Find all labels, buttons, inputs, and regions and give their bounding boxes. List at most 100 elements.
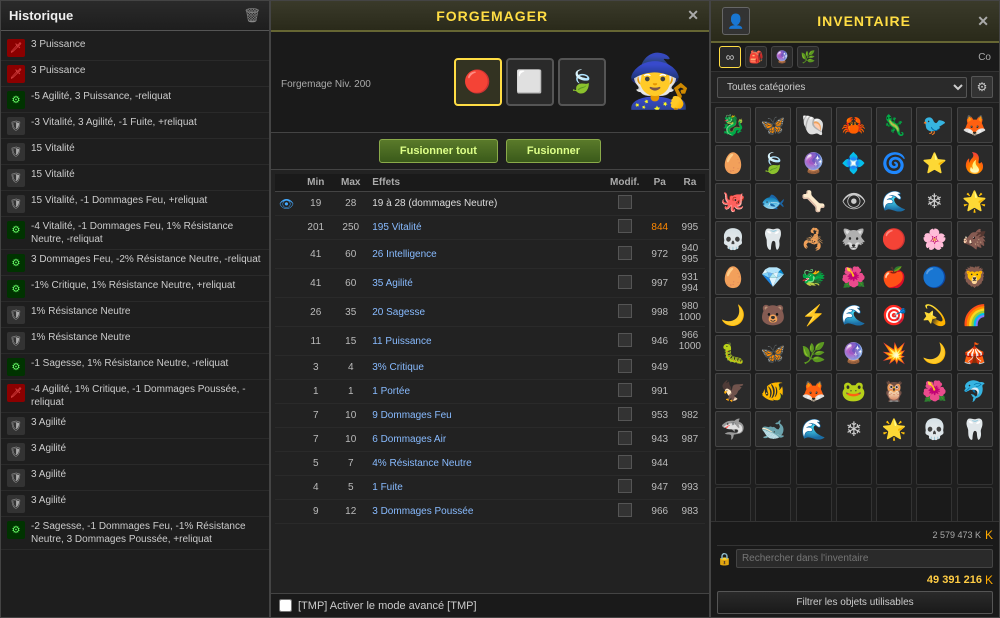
inventory-item[interactable]: 🐬 bbox=[957, 373, 993, 409]
inventory-item[interactable]: 🦷 bbox=[755, 221, 791, 257]
inventory-item[interactable]: 🔮 bbox=[796, 145, 832, 181]
inventory-item[interactable]: 🦋 bbox=[755, 107, 791, 143]
hist-item[interactable]: 🛡 3 Agilité bbox=[1, 491, 269, 517]
inventory-item[interactable]: 🌟 bbox=[876, 411, 912, 447]
inventory-item[interactable]: 🥚 bbox=[715, 259, 751, 295]
inventory-item[interactable]: 🐺 bbox=[836, 221, 872, 257]
inventory-item[interactable]: 🦂 bbox=[796, 221, 832, 257]
inventory-item[interactable]: 🐚 bbox=[796, 107, 832, 143]
forge-stat-row[interactable]: 9 12 3 Dommages Poussée 966 983 bbox=[275, 500, 705, 524]
inventory-item[interactable]: 🦷 bbox=[957, 411, 993, 447]
hist-item[interactable]: ⚙ -2 Sagesse, -1 Dommages Feu, -1% Résis… bbox=[1, 517, 269, 550]
inventory-item[interactable]: 🦁 bbox=[957, 259, 993, 295]
inventory-item[interactable]: 🎯 bbox=[876, 297, 912, 333]
inventory-item[interactable]: 🔵 bbox=[916, 259, 952, 295]
inventory-search-input[interactable] bbox=[736, 549, 993, 568]
inventory-item[interactable] bbox=[916, 487, 952, 521]
inventory-item[interactable] bbox=[957, 449, 993, 485]
inventory-item[interactable]: 🌙 bbox=[715, 297, 751, 333]
hist-item[interactable]: 🛡 3 Agilité bbox=[1, 413, 269, 439]
inv-bag-button[interactable]: 🎒 bbox=[745, 46, 767, 68]
hist-item[interactable]: ⚙ -5 Agilité, 3 Puissance, -reliquat bbox=[1, 87, 269, 113]
forge-stat-row[interactable]: 7 10 9 Dommages Feu 953 982 bbox=[275, 404, 705, 428]
hist-item[interactable]: 🛡 3 Agilité bbox=[1, 465, 269, 491]
hist-item[interactable]: 🛡 15 Vitalité, -1 Dommages Feu, +reliqua… bbox=[1, 191, 269, 217]
inventory-item[interactable]: 🦉 bbox=[876, 373, 912, 409]
fusionner-tout-button[interactable]: Fusionner tout bbox=[379, 139, 498, 163]
inventory-item[interactable]: 🐲 bbox=[796, 259, 832, 295]
inventory-item[interactable]: 🌊 bbox=[796, 411, 832, 447]
inv-nature-button[interactable]: 🌿 bbox=[797, 46, 819, 68]
hist-item[interactable]: ⚙ 3 Dommages Feu, -2% Résistance Neutre,… bbox=[1, 250, 269, 276]
inventory-item[interactable]: 🌿 bbox=[796, 335, 832, 371]
forgemager-close-button[interactable]: ✕ bbox=[687, 7, 699, 24]
inventory-item[interactable]: 💎 bbox=[755, 259, 791, 295]
inventory-item[interactable]: 🍎 bbox=[876, 259, 912, 295]
inventory-item[interactable]: 🦎 bbox=[876, 107, 912, 143]
inventory-item[interactable]: 🐦 bbox=[916, 107, 952, 143]
inventory-item[interactable] bbox=[836, 487, 872, 521]
forge-stat-row[interactable]: 26 35 20 Sagesse 998 980 1000 bbox=[275, 298, 705, 327]
inventory-item[interactable]: 🌺 bbox=[916, 373, 952, 409]
inventory-item[interactable]: 🐗 bbox=[957, 221, 993, 257]
forge-stat-row[interactable]: 41 60 35 Agilité 997 931 994 bbox=[275, 269, 705, 298]
inventory-item[interactable]: 🐙 bbox=[715, 183, 751, 219]
inventory-item[interactable]: ❄ bbox=[836, 411, 872, 447]
hist-item[interactable]: 🛡 1% Résistance Neutre bbox=[1, 328, 269, 354]
inventory-item[interactable]: 🦀 bbox=[836, 107, 872, 143]
forge-slot-1[interactable]: 🔴 bbox=[454, 58, 502, 106]
inventory-item[interactable]: 🐸 bbox=[836, 373, 872, 409]
hist-item[interactable]: 🗡 3 Puissance bbox=[1, 35, 269, 61]
inventory-item[interactable]: 🐋 bbox=[755, 411, 791, 447]
inventory-item[interactable]: 💀 bbox=[916, 411, 952, 447]
inventory-item[interactable] bbox=[876, 449, 912, 485]
eye-icon[interactable]: 👁 bbox=[279, 197, 294, 211]
inventory-item[interactable]: 🌸 bbox=[916, 221, 952, 257]
inventory-item[interactable] bbox=[916, 449, 952, 485]
inventory-item[interactable]: 👁 bbox=[836, 183, 872, 219]
inventory-item[interactable]: 🐉 bbox=[715, 107, 751, 143]
inventory-item[interactable]: 🔮 bbox=[836, 335, 872, 371]
inventory-item[interactable]: 💥 bbox=[876, 335, 912, 371]
forge-stat-row[interactable]: 👁 19 28 19 à 28 (dommages Neutre) bbox=[275, 192, 705, 216]
inventory-item[interactable] bbox=[715, 449, 751, 485]
inventory-item[interactable]: 🦊 bbox=[796, 373, 832, 409]
forge-slot-3[interactable]: 🍃 bbox=[558, 58, 606, 106]
inv-crystal-button[interactable]: 🔮 bbox=[771, 46, 793, 68]
forge-stat-row[interactable]: 4 5 1 Fuite 947 993 bbox=[275, 476, 705, 500]
inventory-item[interactable]: 🌟 bbox=[957, 183, 993, 219]
hist-item[interactable]: 🛡 3 Agilité bbox=[1, 439, 269, 465]
forge-slot-2[interactable]: ⬜ bbox=[506, 58, 554, 106]
inventory-item[interactable]: 🌙 bbox=[916, 335, 952, 371]
hist-item[interactable]: 🛡 1% Résistance Neutre bbox=[1, 302, 269, 328]
forge-stat-row[interactable]: 7 10 6 Dommages Air 943 987 bbox=[275, 428, 705, 452]
hist-item[interactable]: 🗡 3 Puissance bbox=[1, 61, 269, 87]
inventory-item[interactable]: 🦈 bbox=[715, 411, 751, 447]
inventory-item[interactable] bbox=[836, 449, 872, 485]
inventory-item[interactable]: 🌊 bbox=[836, 297, 872, 333]
inventory-item[interactable] bbox=[876, 487, 912, 521]
hist-item[interactable]: 🛡 -3 Vitalité, 3 Agilité, -1 Fuite, +rel… bbox=[1, 113, 269, 139]
inv-settings-button[interactable]: ⚙ bbox=[971, 76, 993, 98]
forge-stat-row[interactable]: 5 7 4% Résistance Neutre 944 bbox=[275, 452, 705, 476]
forge-stat-row[interactable]: 41 60 26 Intelligence 972 940 995 bbox=[275, 240, 705, 269]
inventory-item[interactable]: 🦅 bbox=[715, 373, 751, 409]
inventory-item[interactable] bbox=[957, 487, 993, 521]
inventory-item[interactable]: 🌈 bbox=[957, 297, 993, 333]
hist-item[interactable]: ⚙ -1 Sagesse, 1% Résistance Neutre, -rel… bbox=[1, 354, 269, 380]
inventory-item[interactable]: 🌀 bbox=[876, 145, 912, 181]
inventory-item[interactable]: 🥚 bbox=[715, 145, 751, 181]
inv-infinity-button[interactable]: ∞ bbox=[719, 46, 741, 68]
inventory-item[interactable]: 🔴 bbox=[876, 221, 912, 257]
inventory-item[interactable] bbox=[755, 487, 791, 521]
inventory-item[interactable]: 🎪 bbox=[957, 335, 993, 371]
inventory-item[interactable]: 🦋 bbox=[755, 335, 791, 371]
inventaire-close-button[interactable]: ✕ bbox=[977, 13, 989, 30]
filter-usable-button[interactable]: Filtrer les objets utilisables bbox=[717, 591, 993, 614]
hist-item[interactable]: 🗡 -4 Agilité, 1% Critique, -1 Dommages P… bbox=[1, 380, 269, 413]
inventory-item[interactable] bbox=[715, 487, 751, 521]
forge-stat-row[interactable]: 1 1 1 Portée 991 bbox=[275, 380, 705, 404]
inventory-item[interactable]: 🐻 bbox=[755, 297, 791, 333]
inventory-item[interactable] bbox=[796, 449, 832, 485]
inventory-item[interactable] bbox=[796, 487, 832, 521]
